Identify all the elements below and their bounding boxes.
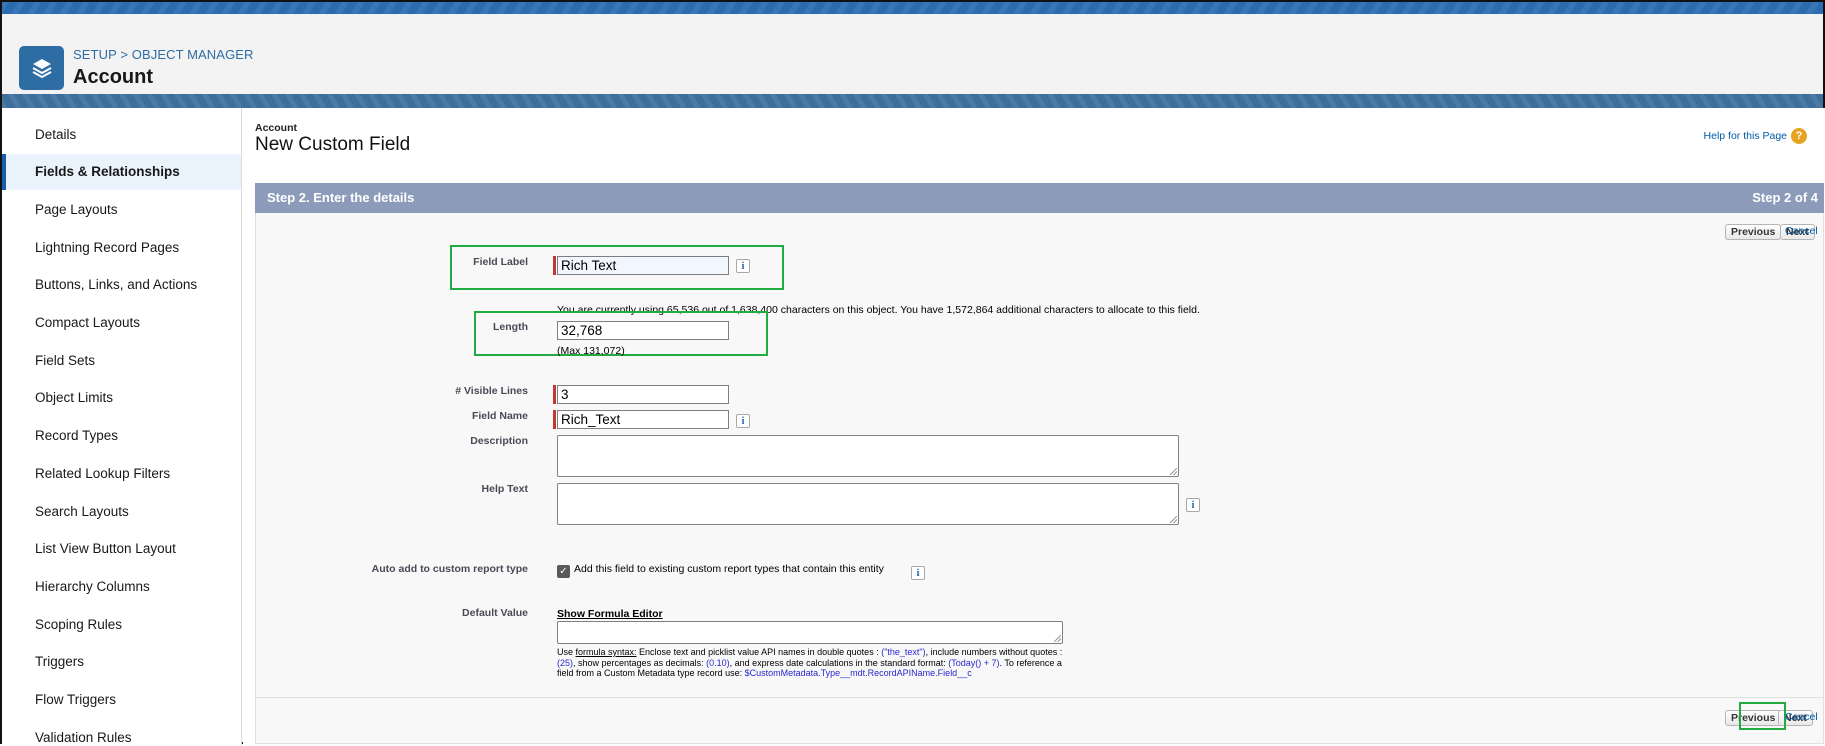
sidebar-item-page-layouts[interactable]: Page Layouts xyxy=(2,191,241,227)
sidebar-item-lightning-record-pages[interactable]: Lightning Record Pages xyxy=(2,229,241,265)
top-brand-band xyxy=(2,2,1823,14)
help-link[interactable]: Help for this Page ? xyxy=(1704,128,1807,144)
field-name-input[interactable] xyxy=(557,410,729,429)
field-name-label: Field Name xyxy=(471,410,528,422)
divider xyxy=(256,697,1823,698)
formula-syntax-link[interactable]: formula syntax: xyxy=(576,647,637,657)
hint-text: Enclose text and picklist value API name… xyxy=(636,647,882,657)
visible-lines-label: # Visible Lines xyxy=(455,385,528,397)
sidebar-item-label: Object Limits xyxy=(35,390,114,406)
hint-example: ("the_text") xyxy=(881,647,926,657)
main-content: Account New Custom Field Help for this P… xyxy=(243,108,1825,746)
description-textarea[interactable] xyxy=(557,435,1179,477)
sidebar-item-label: Lightning Record Pages xyxy=(35,239,180,255)
form-panel: Previous Next Cancel Field Label i You a… xyxy=(255,213,1824,744)
formula-hint: Use formula syntax: Enclose text and pic… xyxy=(557,647,1067,679)
sidebar-item-label: Record Types xyxy=(35,428,119,444)
info-icon[interactable]: i xyxy=(911,566,925,580)
object-header: SETUP > OBJECT MANAGER Account xyxy=(2,14,1823,94)
cancel-link-top[interactable]: Cancel xyxy=(1785,225,1818,237)
info-icon[interactable]: i xyxy=(736,259,750,273)
field-label-label: Field Label xyxy=(473,256,528,268)
sidebar-item-compact-layouts[interactable]: Compact Layouts xyxy=(2,305,241,341)
hint-example: (Today() + 7) xyxy=(948,657,1000,668)
required-indicator xyxy=(553,256,556,275)
sidebar-item-label: Flow Triggers xyxy=(35,692,117,707)
length-max-note: (Max 131,072) xyxy=(557,345,625,357)
info-icon[interactable]: i xyxy=(1186,498,1200,512)
breadcrumb-setup[interactable]: SETUP xyxy=(73,47,117,62)
sidebar-item-buttons-links-and-actions[interactable]: Buttons, Links, and Actions xyxy=(2,267,241,303)
default-value-textarea[interactable] xyxy=(557,621,1063,644)
sidebar-item-record-types[interactable]: Record Types xyxy=(2,418,241,454)
sidebar-item-label: Page Layouts xyxy=(35,201,118,217)
breadcrumb: SETUP > OBJECT MANAGER xyxy=(73,47,254,62)
auto-add-checkbox[interactable]: ✓ xyxy=(557,565,570,578)
content-title: New Custom Field xyxy=(255,134,411,155)
help-text-label: Help Text xyxy=(481,483,528,495)
step-count: Step 2 of 4 xyxy=(1752,190,1818,205)
sidebar-item-label: Buttons, Links, and Actions xyxy=(35,277,198,293)
sidebar-item-details[interactable]: Details xyxy=(2,116,241,152)
sidebar-item-label: Triggers xyxy=(35,654,85,670)
step-header: Step 2. Enter the details Step 2 of 4 xyxy=(255,183,1824,213)
sidebar-item-scoping-rules[interactable]: Scoping Rules xyxy=(2,606,241,642)
sidebar-item-object-limits[interactable]: Object Limits xyxy=(2,380,241,416)
required-indicator xyxy=(553,385,556,404)
sidebar-item-validation-rules[interactable]: Validation Rules xyxy=(2,719,241,746)
default-value-label: Default Value xyxy=(462,607,528,619)
visible-lines-input[interactable] xyxy=(557,385,729,404)
sidebar-item-list-view-button-layout[interactable]: List View Button Layout xyxy=(2,531,241,567)
sidebar: Details Fields & Relationships Page Layout… xyxy=(2,108,242,746)
help-link-label: Help for this Page xyxy=(1703,130,1787,142)
sidebar-item-label: Related Lookup Filters xyxy=(35,465,171,481)
cancel-link-bottom[interactable]: Cancel xyxy=(1785,711,1818,723)
sidebar-item-label: Fields & Relationships xyxy=(35,164,180,180)
sidebar-item-hierarchy-columns[interactable]: Hierarchy Columns xyxy=(2,568,241,604)
layers-icon xyxy=(19,46,64,90)
hint-example: (25) xyxy=(557,657,574,668)
sidebar-item-related-lookup-filters[interactable]: Related Lookup Filters xyxy=(2,455,241,491)
hint-example: (0.10) xyxy=(706,657,730,668)
description-label: Description xyxy=(470,435,528,447)
sidebar-item-search-layouts[interactable]: Search Layouts xyxy=(2,493,241,529)
sidebar-item-label: Search Layouts xyxy=(35,503,129,519)
sidebar-item-fields-relationships[interactable]: Fields & Relationships xyxy=(2,153,241,190)
breadcrumb-separator: > xyxy=(120,47,129,62)
hint-example: $CustomMetadata.Type__mdt.RecordAPIName.… xyxy=(744,668,972,678)
sidebar-item-triggers[interactable]: Triggers xyxy=(2,644,241,680)
field-label-input[interactable] xyxy=(557,256,729,275)
object-label: Account xyxy=(255,122,297,134)
sidebar-item-label: Details xyxy=(35,126,77,142)
length-input[interactable] xyxy=(557,321,729,340)
step-title: Step 2. Enter the details xyxy=(267,190,415,205)
highlight-next-button xyxy=(1739,702,1786,730)
info-icon[interactable]: i xyxy=(736,414,750,428)
sidebar-item-label: Validation Rules xyxy=(35,729,132,745)
show-formula-editor-link[interactable]: Show Formula Editor xyxy=(557,608,663,620)
hint-text: , include numbers without quotes : xyxy=(925,647,1063,657)
required-indicator xyxy=(553,410,556,429)
hint-text: , show percentages as decimals: xyxy=(573,657,707,668)
page-title: Account xyxy=(73,66,153,88)
sidebar-item-label: Scoping Rules xyxy=(35,616,123,632)
hint-text: Use xyxy=(557,647,576,657)
question-icon: ? xyxy=(1791,128,1807,144)
auto-add-checkbox-label: Add this field to existing custom report… xyxy=(574,563,884,575)
sidebar-item-label: Field Sets xyxy=(35,352,96,368)
hint-text: , and express date calculations in the s… xyxy=(729,657,949,668)
length-label: Length xyxy=(493,321,528,333)
header-band xyxy=(2,94,1823,108)
previous-button-top[interactable]: Previous xyxy=(1725,224,1782,240)
sidebar-item-label: List View Button Layout xyxy=(35,541,176,557)
help-text-textarea[interactable] xyxy=(557,483,1179,525)
auto-add-label: Auto add to custom report type xyxy=(371,563,528,575)
sidebar-item-label: Compact Layouts xyxy=(35,315,141,330)
sidebar-item-field-sets[interactable]: Field Sets xyxy=(2,342,241,378)
sidebar-item-label: Hierarchy Columns xyxy=(35,578,150,594)
sidebar-item-flow-triggers[interactable]: Flow Triggers xyxy=(2,682,241,718)
breadcrumb-object-manager[interactable]: OBJECT MANAGER xyxy=(132,47,254,62)
